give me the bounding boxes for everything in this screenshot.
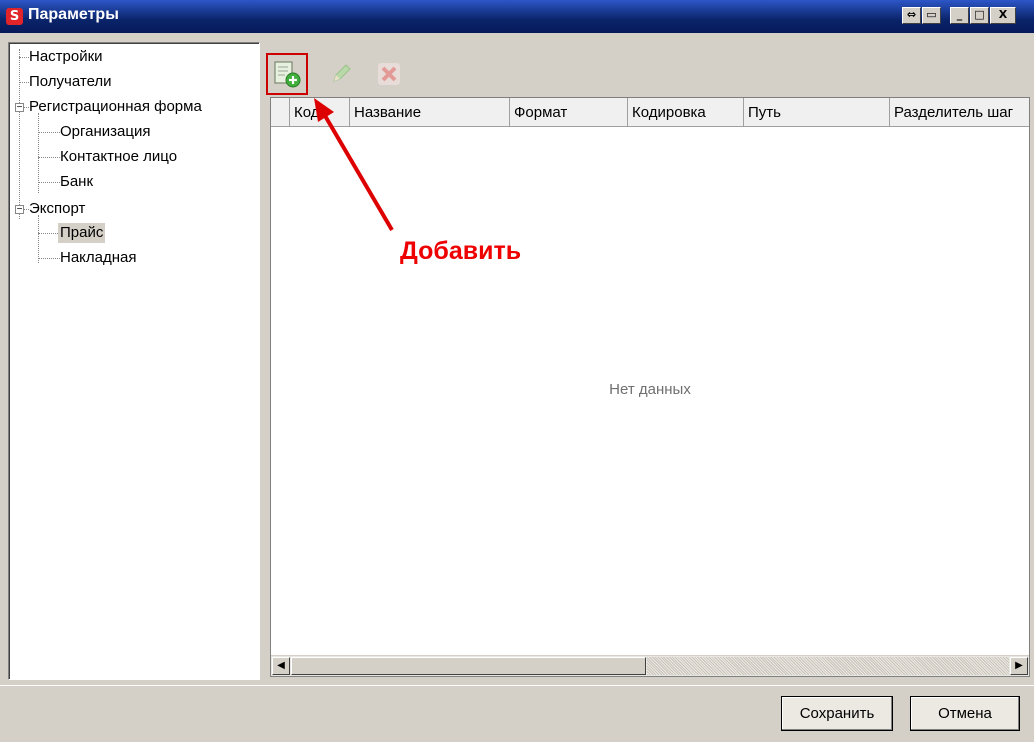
settings-tree[interactable]: − − Настройки Получатели Регистрационная… [8, 42, 260, 680]
edit-button[interactable] [320, 53, 362, 95]
delete-button[interactable] [368, 53, 410, 95]
add-button[interactable] [266, 53, 308, 95]
scroll-thumb[interactable] [291, 657, 646, 675]
annotation-add-label: Добавить [400, 237, 522, 265]
tree-item-contact-person[interactable]: Контактное лицо [60, 147, 177, 167]
minimize-button[interactable]: _ [950, 7, 969, 24]
tree-item-recipients[interactable]: Получатели [29, 72, 112, 92]
horizontal-scrollbar[interactable]: ◀ ▶ [271, 655, 1029, 676]
window-title: Параметры [28, 6, 119, 23]
close-button[interactable]: X [990, 7, 1016, 24]
scroll-right-icon[interactable]: ▶ [1010, 657, 1028, 675]
tree-item-bank[interactable]: Банк [60, 172, 93, 192]
tree-item-organization[interactable]: Организация [60, 122, 150, 142]
collapse-icon[interactable]: − [15, 103, 24, 113]
add-document-icon [274, 61, 301, 88]
x-icon [378, 63, 400, 85]
pin-icon[interactable]: ⇔ [902, 7, 921, 24]
empty-grid-message: Нет данных [609, 381, 691, 398]
tree-item-price[interactable]: Прайс [58, 223, 106, 243]
maximize-button[interactable]: □ [970, 7, 989, 24]
column-header-encoding[interactable]: Кодировка [627, 98, 743, 126]
column-header-format[interactable]: Формат [509, 98, 627, 126]
collapse-icon[interactable]: − [15, 205, 24, 215]
app-icon: S [6, 8, 23, 25]
tree-item-invoice[interactable]: Накладная [60, 248, 137, 268]
tree-item-registration-form[interactable]: Регистрационная форма [29, 97, 202, 117]
tree-item-export[interactable]: Экспорт [29, 199, 85, 219]
divider [0, 685, 1034, 686]
restore-window-icon[interactable]: ▭ [922, 7, 941, 24]
title-bar[interactable]: S Параметры ⇔ ▭ _ □ X [0, 0, 1034, 33]
tree-item-settings[interactable]: Настройки [29, 47, 103, 67]
column-header-separator[interactable]: Разделитель шаг [889, 98, 1029, 126]
scroll-track[interactable] [647, 657, 1009, 675]
cancel-button[interactable]: Отмена [910, 696, 1020, 731]
scroll-left-icon[interactable]: ◀ [272, 657, 290, 675]
column-header-path[interactable]: Путь [743, 98, 889, 126]
row-indicator-header [271, 98, 289, 126]
pencil-icon [333, 64, 351, 82]
save-button[interactable]: Сохранить [781, 696, 893, 731]
annotation-arrow-icon [314, 98, 394, 232]
